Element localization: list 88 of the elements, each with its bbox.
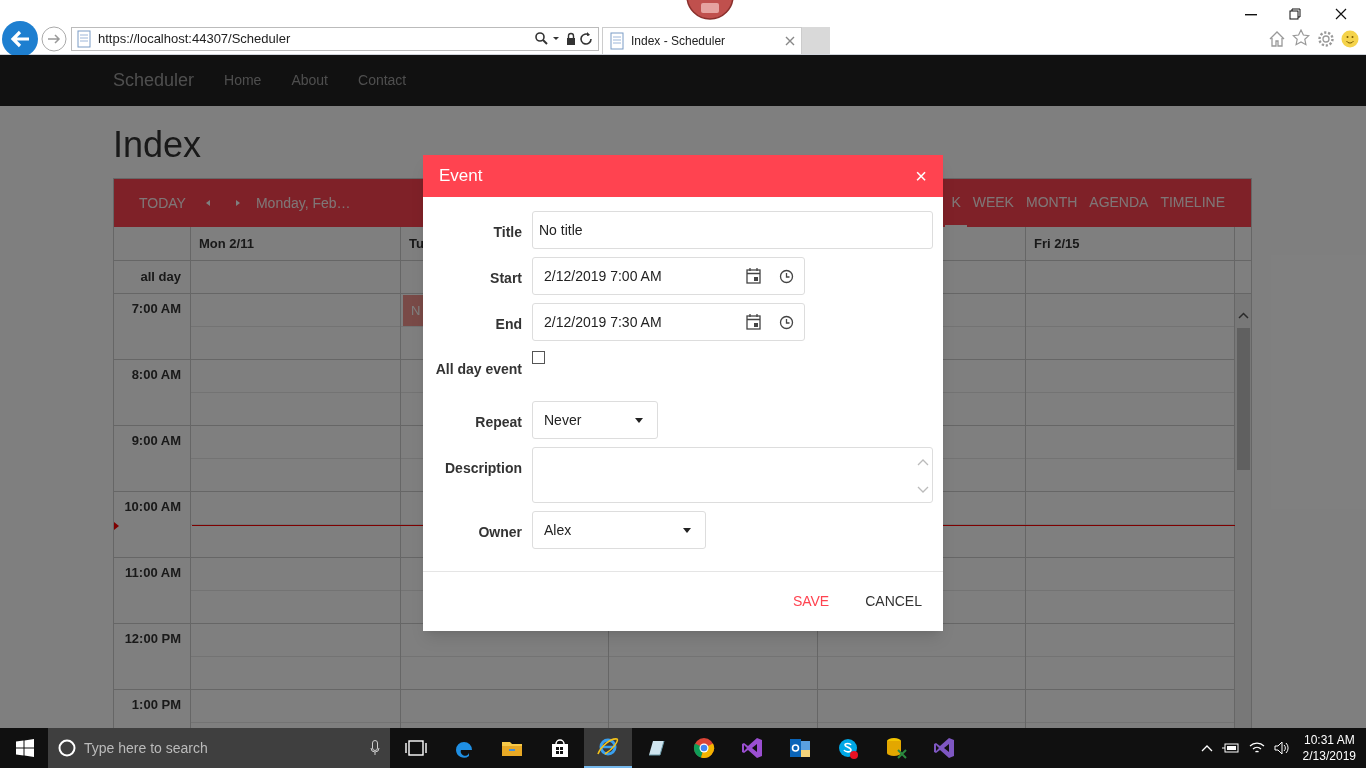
smiley-icon[interactable]: [1341, 30, 1359, 48]
settings-icon[interactable]: [1317, 30, 1335, 48]
restore-icon[interactable]: [1289, 8, 1301, 20]
field-label: Description: [445, 459, 522, 478]
field-label: Start: [490, 269, 522, 288]
field-label: Owner: [478, 523, 522, 542]
calendar-icon[interactable]: [746, 314, 761, 330]
app-icon: [933, 737, 955, 759]
scroll-up-icon[interactable]: [1238, 312, 1249, 319]
browser-tab[interactable]: Index - Scheduler: [602, 27, 802, 54]
time-label: 8:00 AM: [131, 366, 181, 384]
view-tab[interactable]: MONTH: [1019, 179, 1084, 227]
field-label: End: [495, 315, 522, 334]
clock-icon[interactable]: [779, 314, 794, 330]
cancel-button[interactable]: CANCEL: [865, 591, 922, 612]
app-icon: [885, 737, 907, 759]
scrollbar[interactable]: [1235, 294, 1251, 728]
brand-link[interactable]: Scheduler: [113, 67, 195, 94]
datetime-field[interactable]: 2/12/2019 7:30 AM: [532, 303, 805, 341]
field-label: All day event: [435, 360, 522, 379]
recorder-icon: [686, 0, 734, 20]
taskbar-app[interactable]: [584, 728, 632, 768]
clock-icon[interactable]: [779, 268, 794, 284]
page-title: Index: [113, 125, 203, 165]
description-field[interactable]: [532, 447, 933, 503]
day-header: Mon 2/11: [199, 234, 254, 253]
app-icon: [837, 737, 859, 759]
scroll-down-icon: [917, 486, 929, 494]
wifi-icon[interactable]: [1248, 741, 1265, 755]
app-icon: [549, 737, 571, 759]
close-icon[interactable]: [1335, 8, 1347, 20]
back-button[interactable]: [2, 21, 38, 57]
clock-date[interactable]: 2/13/2019: [1302, 748, 1356, 764]
time-label: 1:00 PM: [131, 696, 181, 714]
taskbar-search[interactable]: Type here to search: [48, 728, 390, 768]
nav-link[interactable]: About: [291, 70, 328, 91]
view-tab[interactable]: TIMELINE: [1154, 179, 1231, 227]
time-label: 9:00 AM: [131, 432, 181, 450]
title-input[interactable]: No title: [532, 211, 933, 249]
next-icon[interactable]: [233, 199, 242, 207]
scroll-thumb[interactable]: [1237, 328, 1250, 470]
address-bar[interactable]: https://localhost:44307/Scheduler: [71, 27, 599, 51]
day-header: Tu: [409, 234, 424, 253]
minimize-icon[interactable]: [1245, 14, 1257, 16]
nav-link[interactable]: Contact: [358, 70, 407, 91]
field-label: Title: [493, 223, 522, 242]
app-icon: [597, 736, 619, 758]
page-icon: [609, 32, 625, 50]
clock-time[interactable]: 10:31 AM: [1303, 732, 1355, 748]
home-icon[interactable]: [1268, 30, 1286, 48]
dropdown[interactable]: Alex: [532, 511, 706, 549]
date-button[interactable]: Monday, Feb…: [255, 192, 351, 214]
field-label: Repeat: [475, 413, 522, 432]
calendar-icon[interactable]: [746, 268, 761, 284]
datetime-field[interactable]: 2/12/2019 7:00 AM: [532, 257, 805, 295]
time-label: 7:00 AM: [131, 300, 181, 318]
dialog-title: Event: [439, 165, 484, 188]
cortana-icon: [58, 739, 76, 757]
scroll-up-icon: [917, 458, 929, 466]
caret-icon: [635, 417, 643, 423]
current-time-marker: [114, 522, 119, 530]
time-label: 11:00 AM: [125, 564, 181, 582]
view-tab[interactable]: AGENDA: [1083, 179, 1155, 227]
page-icon: [76, 30, 92, 48]
close-button[interactable]: ×: [915, 166, 927, 186]
app-icon: [405, 737, 427, 759]
time-label: 10:00 AM: [124, 498, 181, 516]
app-icon: [741, 737, 763, 759]
all-day-label: all day: [140, 268, 181, 287]
today-button[interactable]: TODAY: [139, 192, 186, 214]
windows-start-icon[interactable]: [16, 739, 34, 757]
nav-link[interactable]: Home: [224, 70, 262, 91]
checkbox[interactable]: [532, 351, 545, 364]
app-icon: [789, 737, 811, 759]
address-text: https://localhost:44307/Scheduler: [98, 30, 292, 49]
time-label: 12:00 PM: [124, 630, 181, 648]
save-button[interactable]: SAVE: [792, 591, 830, 612]
day-header: Fri 2/15: [1034, 234, 1080, 253]
volume-icon[interactable]: [1273, 741, 1290, 755]
star-icon[interactable]: [1292, 29, 1310, 47]
battery-icon[interactable]: [1221, 742, 1240, 754]
address-tools-icon[interactable]: [534, 31, 594, 47]
microphone-icon[interactable]: [370, 740, 380, 756]
app-icon: [693, 737, 715, 759]
chevron-up-icon[interactable]: [1200, 744, 1213, 752]
view-tab[interactable]: WEEK: [966, 179, 1020, 227]
dropdown[interactable]: Never: [532, 401, 658, 439]
view-tab[interactable]: K: [945, 179, 967, 227]
